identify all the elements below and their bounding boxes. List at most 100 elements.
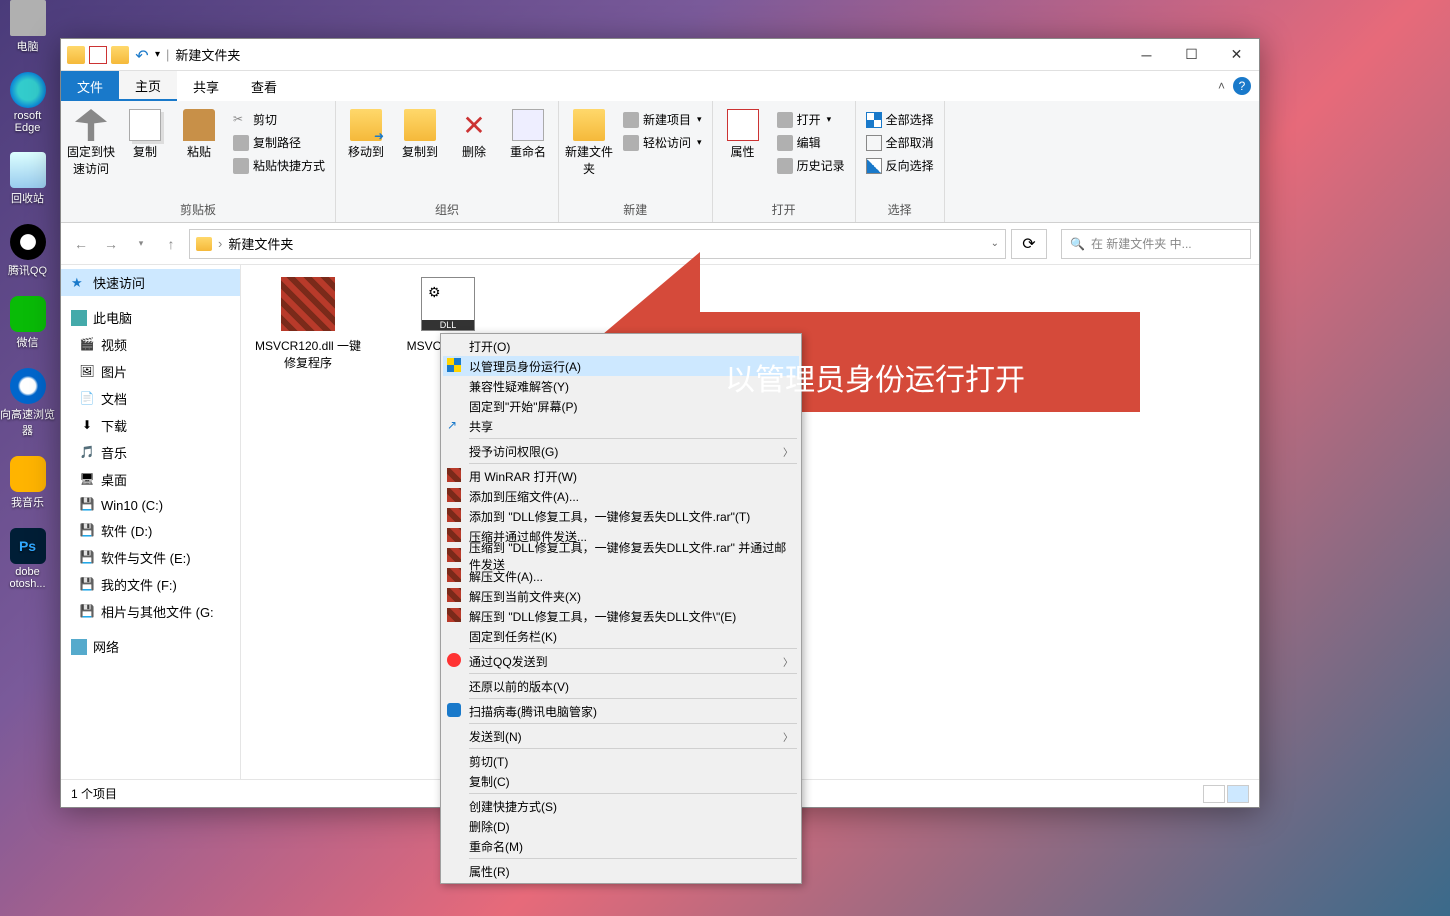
desktop-icon-edge[interactable]: rosoft Edge (0, 72, 55, 134)
context-menu-item[interactable]: 扫描病毒(腾讯电脑管家) (443, 701, 799, 721)
ribbon-group-label: 组织 (435, 199, 459, 222)
close-button[interactable]: ✕ (1214, 40, 1259, 70)
qat-properties-icon[interactable] (89, 46, 107, 64)
move-to-button[interactable]: ➜移动到 (342, 105, 390, 160)
context-menu-item[interactable]: 压缩到 "DLL修复工具，一键修复丢失DLL文件.rar" 并通过邮件发送 (443, 546, 799, 566)
nav-forward-button[interactable]: → (99, 232, 123, 256)
file-name: MSVCR120.dll 一键修复程序 (255, 339, 361, 370)
menu-item-icon (447, 728, 463, 744)
sidebar-item-icon: 💾 (79, 523, 95, 539)
context-menu-item[interactable]: 发送到(N)〉 (443, 726, 799, 746)
sidebar-item[interactable]: 🎵音乐 (61, 439, 240, 466)
tab-view[interactable]: 查看 (235, 71, 293, 101)
select-all-button[interactable]: 全部选择 (862, 109, 938, 130)
ribbon-label: 复制路径 (253, 134, 301, 151)
context-menu-item[interactable]: 添加到压缩文件(A)... (443, 486, 799, 506)
sidebar-item[interactable]: 💾我的文件 (F:) (61, 571, 240, 598)
history-button[interactable]: 历史记录 (773, 155, 849, 176)
desktop-icon-label: 回收站 (11, 193, 44, 205)
context-menu-item[interactable]: 创建快捷方式(S) (443, 796, 799, 816)
context-menu-item[interactable]: 添加到 "DLL修复工具，一键修复丢失DLL文件.rar"(T) (443, 506, 799, 526)
breadcrumb-item[interactable]: 新建文件夹 (228, 234, 293, 253)
context-menu-item[interactable]: 解压到 "DLL修复工具，一键修复丢失DLL文件\"(E) (443, 606, 799, 626)
easy-access-button[interactable]: 轻松访问▾ (619, 132, 706, 153)
tab-file[interactable]: 文件 (61, 71, 119, 101)
sidebar-item[interactable]: 💾Win10 (C:) (61, 493, 240, 517)
sidebar-item[interactable]: ⬇下载 (61, 412, 240, 439)
qat-newfolder-icon[interactable] (111, 46, 129, 64)
desktop-icon-music[interactable]: 我音乐 (0, 456, 55, 510)
select-none-button[interactable]: 全部取消 (862, 132, 938, 153)
tab-home[interactable]: 主页 (119, 71, 177, 101)
sidebar-item[interactable]: 💾相片与其他文件 (G: (61, 598, 240, 625)
paste-shortcut-button[interactable]: 粘贴快捷方式 (229, 155, 329, 176)
context-menu-item[interactable]: 重命名(M) (443, 836, 799, 856)
copy-to-button[interactable]: 复制到 (396, 105, 444, 160)
sidebar-item[interactable]: 📄文档 (61, 385, 240, 412)
submenu-arrow-icon: 〉 (783, 654, 793, 669)
menu-item-icon (447, 378, 463, 394)
sidebar-quick-access[interactable]: ★快速访问 (61, 269, 240, 296)
ribbon-group-label: 选择 (888, 199, 912, 222)
maximize-button[interactable]: ☐ (1169, 40, 1214, 70)
desktop-icon-qq[interactable]: 腾讯QQ (0, 224, 55, 278)
context-menu-item[interactable]: 解压到当前文件夹(X) (443, 586, 799, 606)
minimize-button[interactable]: ─ (1124, 40, 1169, 70)
ribbon-collapse-icon[interactable]: ˄ (1218, 79, 1225, 93)
context-menu-item[interactable]: 删除(D) (443, 816, 799, 836)
invert-selection-button[interactable]: 反向选择 (862, 155, 938, 176)
sidebar-item[interactable]: 🎬视频 (61, 331, 240, 358)
sidebar-item[interactable]: 🖼图片 (61, 358, 240, 385)
context-menu-label: 兼容性疑难解答(Y) (469, 378, 569, 395)
context-menu-item[interactable]: 属性(R) (443, 861, 799, 881)
sidebar-item-icon: 💾 (79, 577, 95, 593)
scissors-icon: ✂ (233, 112, 249, 128)
help-icon[interactable]: ? (1233, 77, 1251, 95)
delete-button[interactable]: ✕删除 (450, 105, 498, 160)
desktop-icon-wechat[interactable]: 微信 (0, 296, 55, 350)
desktop-icon-computer[interactable]: 电脑 (0, 0, 55, 54)
view-icons-button[interactable] (1227, 785, 1249, 803)
desktop-icon-browser[interactable]: 向高速浏览器 (0, 368, 55, 438)
context-menu-item[interactable]: 用 WinRAR 打开(W) (443, 466, 799, 486)
cut-button[interactable]: ✂剪切 (229, 109, 329, 130)
sidebar-this-pc[interactable]: 此电脑 (61, 304, 240, 331)
nav-up-button[interactable]: ↑ (159, 232, 183, 256)
desktop-icon-ps[interactable]: Psdobe otosh... (0, 528, 55, 590)
pin-quick-access-button[interactable]: 固定到快速访问 (67, 105, 115, 177)
qat-dropdown-icon[interactable]: ▾ (155, 49, 160, 60)
file-item[interactable]: MSVCR120.dll 一键修复程序 (253, 277, 363, 371)
nav-back-button[interactable]: ← (69, 232, 93, 256)
properties-button[interactable]: 属性 (719, 105, 767, 160)
open-button[interactable]: 打开▾ (773, 109, 849, 130)
sidebar-item[interactable]: 💾软件 (D:) (61, 517, 240, 544)
copy-path-button[interactable]: 复制路径 (229, 132, 329, 153)
qat-undo-icon[interactable]: ↶ (133, 46, 151, 64)
context-menu-item[interactable]: ↗共享 (443, 416, 799, 436)
edit-button[interactable]: 编辑 (773, 132, 849, 153)
context-menu-item[interactable]: 还原以前的版本(V) (443, 676, 799, 696)
rename-button[interactable]: 重命名 (504, 105, 552, 160)
context-menu-item[interactable]: 打开(O) (443, 336, 799, 356)
context-menu-label: 扫描病毒(腾讯电脑管家) (469, 703, 597, 720)
history-icon (777, 158, 793, 174)
paste-button[interactable]: 粘贴 (175, 105, 223, 160)
context-menu-item[interactable]: 复制(C) (443, 771, 799, 791)
context-menu-item[interactable]: 固定到任务栏(K) (443, 626, 799, 646)
sidebar-network[interactable]: 网络 (61, 633, 240, 660)
copy-button[interactable]: 复制 (121, 105, 169, 160)
new-folder-button[interactable]: 新建文件夹 (565, 105, 613, 177)
context-menu-item[interactable]: 剪切(T) (443, 751, 799, 771)
view-details-button[interactable] (1203, 785, 1225, 803)
sidebar-item[interactable]: 💾软件与文件 (E:) (61, 544, 240, 571)
menu-item-icon (447, 358, 463, 374)
desktop-icon-recycle[interactable]: 回收站 (0, 152, 55, 206)
sidebar-item[interactable]: 🖥桌面 (61, 466, 240, 493)
ribbon-label: 复制 (133, 145, 157, 159)
tab-share[interactable]: 共享 (177, 71, 235, 101)
context-menu-item[interactable]: 授予访问权限(G)〉 (443, 441, 799, 461)
context-menu-item[interactable]: 固定到"开始"屏幕(P) (443, 396, 799, 416)
context-menu-item[interactable]: 通过QQ发送到〉 (443, 651, 799, 671)
nav-history-dropdown[interactable]: ▾ (129, 232, 153, 256)
new-item-button[interactable]: 新建项目▾ (619, 109, 706, 130)
